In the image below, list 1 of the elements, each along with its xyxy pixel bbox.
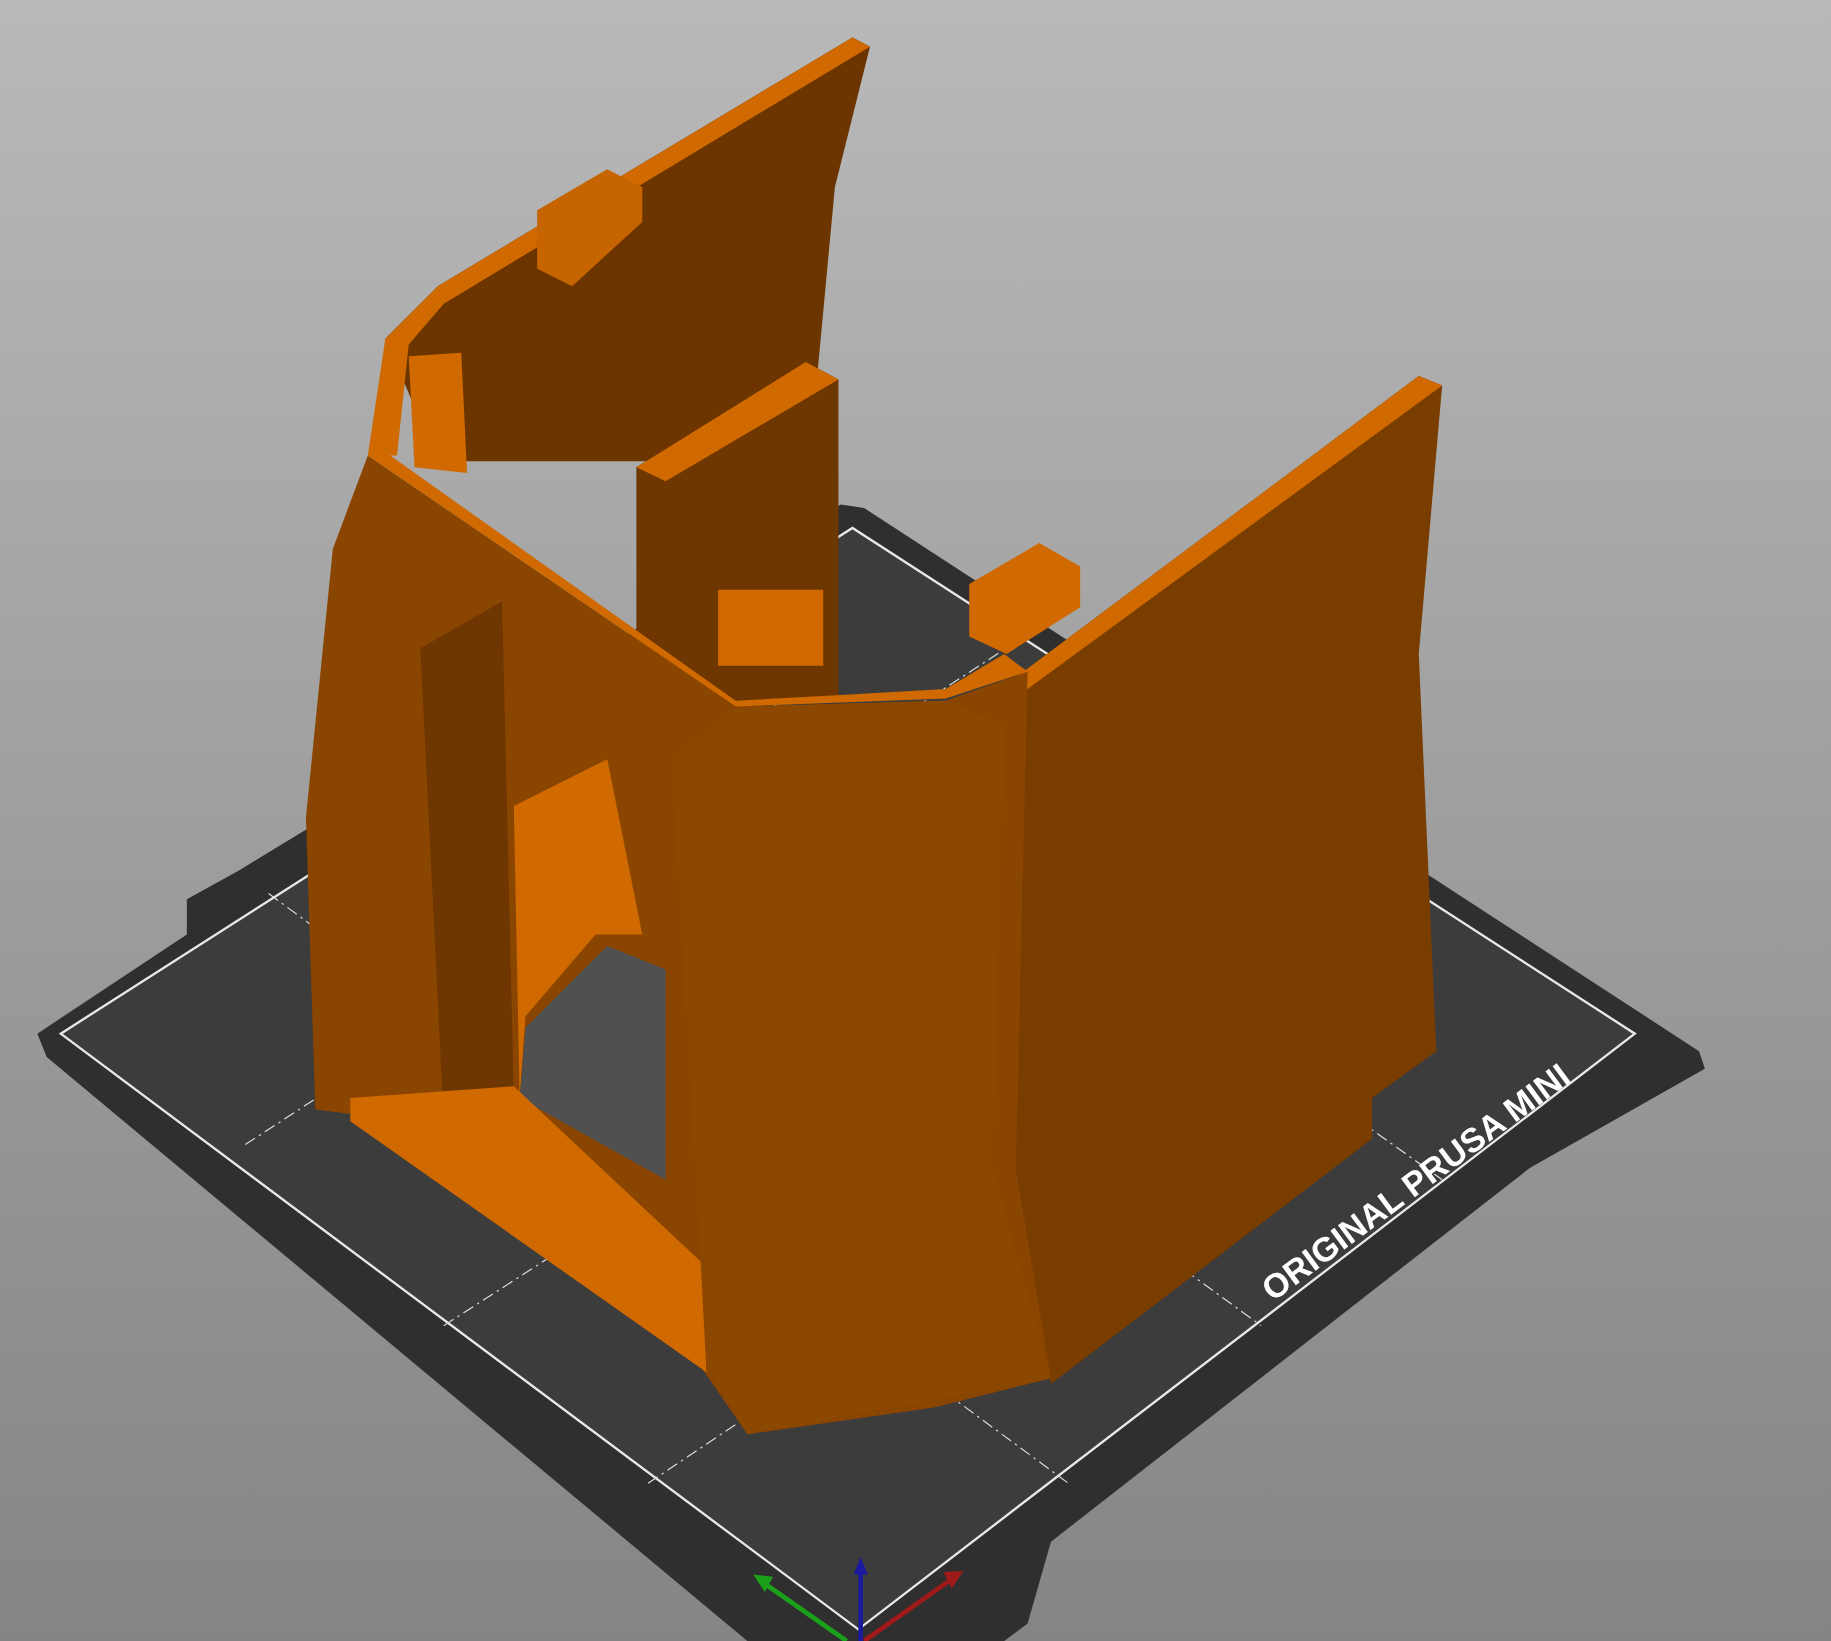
axis-gizmo-icon	[753, 1556, 964, 1641]
